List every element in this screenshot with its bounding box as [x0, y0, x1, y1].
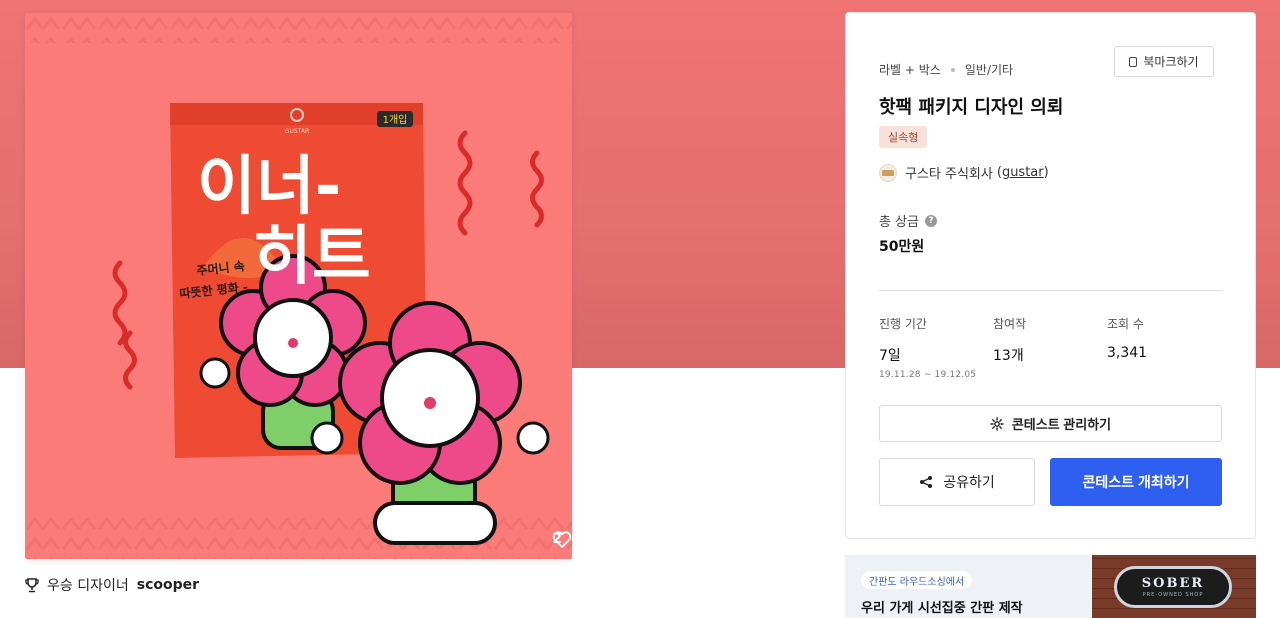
stat-entries-value: 13개 [993, 348, 1024, 364]
signboard-promo-banner[interactable]: 간판도 라우드소싱에서 우리 가게 시선집중 간판 제작 SOBER PRE-O… [845, 555, 1256, 618]
hero-illustration: 1개입 GUSTAR 이너- 히트 주머니 속 따뜻한 평화 - [25, 13, 572, 559]
company-handle[interactable]: gustar [1002, 165, 1044, 180]
winner-info: 우승 디자이너 scooper [25, 575, 199, 595]
stat-views: 조회 수 3,341 [1107, 315, 1147, 361]
bookmark-icon [1129, 56, 1138, 67]
banner-pill: 간판도 라우드소싱에서 [861, 571, 973, 589]
heat-squiggle-far-right [530, 150, 544, 228]
package-title-line1: 이너- [197, 150, 341, 224]
stat-duration-range: 19.11.28 ~ 19.12.05 [879, 370, 977, 380]
banner-sign-sub: PRE-OWNED SHOP [1142, 592, 1204, 598]
banner-sign-title: SOBER [1141, 576, 1205, 591]
banner-headline: 우리 가게 시선집중 간판 제작 [861, 601, 1023, 616]
stat-duration: 진행 기간 7일 19.11.28 ~ 19.12.05 [879, 315, 976, 380]
package-title-line2: 히트 [253, 220, 371, 294]
subcategory-label[interactable]: 일반/기타 [965, 61, 1013, 78]
gear-icon [990, 416, 1004, 431]
heart-icon [553, 531, 572, 548]
package-count-label: 1개입 [383, 113, 408, 126]
category-label[interactable]: 라벨 + 박스 [879, 61, 941, 78]
package-brand: GUSTAR [285, 128, 309, 135]
divider [879, 290, 1222, 291]
bookmark-label: 북마크하기 [1143, 55, 1199, 69]
heat-squiggle-right [457, 130, 473, 236]
stat-views-label: 조회 수 [1107, 317, 1144, 331]
share-label: 공유하기 [943, 474, 995, 490]
heat-squiggle-left-2 [123, 330, 137, 390]
share-button[interactable]: 공유하기 [879, 458, 1035, 506]
open-contest-label: 콘테스트 개최하기 [1082, 474, 1190, 490]
bookmark-button[interactable]: 북마크하기 [1114, 46, 1214, 77]
company-logo [879, 163, 897, 182]
trophy-icon [25, 577, 39, 592]
manage-contest-label: 콘테스트 관리하기 [1011, 417, 1112, 432]
prize-label: 총 상금 ? [879, 211, 938, 230]
stat-entries: 참여작 13개 [993, 315, 1026, 365]
category-breadcrumb: 라벨 + 박스 일반/기타 [879, 61, 1013, 78]
plan-tag: 실속형 [879, 126, 928, 148]
prize-value: 50만원 [879, 239, 925, 255]
chevron-border-top [25, 13, 572, 43]
banner-photo: SOBER PRE-OWNED SHOP [1092, 555, 1256, 618]
contest-info-card: 라벨 + 박스 일반/기타 북마크하기 핫팩 패키지 디자인 의뢰 실속형 구스… [845, 12, 1256, 539]
company-info[interactable]: 구스타 주식회사(gustar) [879, 163, 1049, 182]
stat-entries-label: 참여작 [993, 317, 1027, 331]
contest-hero-image[interactable]: 1개입 GUSTAR 이너- 히트 주머니 속 따뜻한 평화 - 2 [25, 13, 572, 559]
stat-views-value: 3,341 [1107, 345, 1148, 361]
manage-contest-button[interactable]: 콘테스트 관리하기 [879, 405, 1222, 442]
help-icon[interactable]: ? [925, 214, 938, 227]
company-paren-close: ) [1043, 165, 1049, 180]
like-button[interactable]: 2 [552, 531, 572, 548]
winner-label: 우승 디자이너 [47, 578, 129, 594]
winner-name[interactable]: scooper [137, 577, 199, 593]
banner-sign: SOBER PRE-OWNED SHOP [1114, 566, 1232, 608]
stat-duration-label: 진행 기간 [879, 317, 927, 331]
company-name: 구스타 주식회사 [905, 167, 993, 182]
prize-label-text: 총 상금 [879, 215, 920, 230]
contest-title: 핫팩 패키지 디자인 의뢰 [879, 97, 1064, 118]
breadcrumb-separator [950, 67, 955, 72]
open-contest-button[interactable]: 콘테스트 개최하기 [1050, 458, 1222, 506]
stat-duration-value: 7일 [879, 348, 901, 364]
share-icon [920, 476, 933, 488]
heat-squiggle-left [112, 260, 128, 346]
